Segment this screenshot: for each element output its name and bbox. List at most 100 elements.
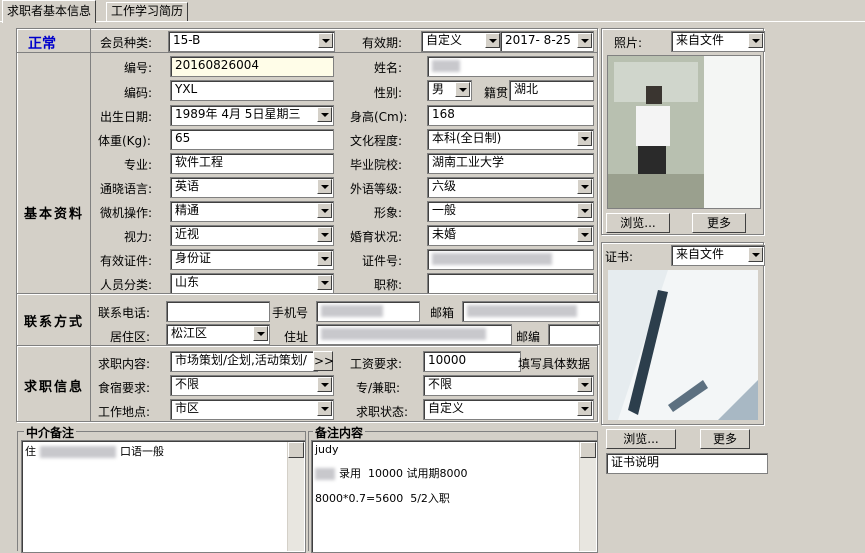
major-field[interactable]: 软件工程 [170,153,334,174]
id-type-select[interactable]: 身份证 [170,249,334,270]
remarks-title: 备注内容 [313,424,366,441]
school-label: 毕业院校: [350,158,403,172]
remarks-textarea[interactable]: judy 录用 10000 试用期8000 8000*0.7=5600 5/2入… [311,440,598,553]
language-level-label: 外语等级: [350,182,403,196]
chevron-down-icon[interactable] [317,179,332,194]
email-label: 邮箱 [430,306,455,320]
appearance-label: 形象: [374,206,403,220]
vision-select[interactable]: 近视 [170,225,334,246]
salary-field[interactable]: 10000 [423,351,521,372]
job-content-field[interactable]: 市场策划/企划,活动策划/ [170,351,318,372]
agency-notes-textarea[interactable]: 住口语一般 [21,440,306,553]
chevron-down-icon[interactable] [317,377,332,392]
name-field[interactable] [427,56,594,77]
member-type-select[interactable]: 15-B [168,31,335,52]
chevron-down-icon[interactable] [253,326,268,341]
board-label: 食宿要求: [98,381,151,395]
work-location-select[interactable]: 市区 [170,399,334,420]
tab-basic-info[interactable]: 求职者基本信息 [2,0,97,23]
photo-source-select[interactable]: 来自文件 [671,31,765,52]
chevron-down-icon[interactable] [577,377,592,392]
id-number-field[interactable] [427,249,594,270]
category-select[interactable]: 山东 [170,273,334,294]
chevron-down-icon[interactable] [748,33,763,48]
chevron-down-icon[interactable] [317,203,332,218]
mobile-field[interactable] [316,301,420,322]
job-content-label: 求职内容: [98,357,151,371]
certificate-browse-button[interactable]: 浏览... [606,429,676,449]
chevron-down-icon[interactable] [485,33,500,48]
validity-mode-select[interactable]: 自定义 [421,31,502,52]
tab-bar: 求职者基本信息 工作学习简历 [0,0,865,23]
email-field[interactable] [462,301,600,322]
scrollbar[interactable] [287,442,304,551]
chevron-down-icon[interactable] [455,82,470,97]
weight-field[interactable]: 65 [170,129,334,150]
chevron-down-icon[interactable] [317,251,332,266]
native-field[interactable]: 湖北 [509,80,594,101]
birth-date-picker[interactable]: 1989年 4月 5日星期三 [170,105,334,126]
title-field[interactable] [427,273,594,294]
photo-browse-button[interactable]: 浏览... [606,213,670,233]
certificate-source-select[interactable]: 来自文件 [671,245,765,266]
chevron-down-icon[interactable] [577,227,592,242]
district-select[interactable]: 松江区 [166,324,270,345]
category-label: 人员分类: [100,278,153,292]
marital-select[interactable]: 未婚 [427,225,594,246]
photo-image [607,55,761,209]
validity-date-picker[interactable]: 2017- 8-25 [500,31,594,52]
job-status-label: 求职状态: [356,405,409,419]
scroll-up-icon[interactable] [580,442,596,458]
chevron-down-icon[interactable] [317,227,332,242]
height-label: 身高(Cm): [350,110,408,124]
work-location-label: 工作地点: [98,405,151,419]
birth-label: 出生日期: [100,110,153,124]
salary-label: 工资要求: [350,357,403,371]
phone-label: 联系电话: [98,306,151,320]
fulltime-label: 专/兼职: [356,381,401,395]
tab-work-history[interactable]: 工作学习简历 [106,2,189,22]
language-level-select[interactable]: 六级 [427,177,594,198]
chevron-down-icon[interactable] [318,33,333,48]
chevron-down-icon[interactable] [317,107,332,122]
chevron-down-icon[interactable] [577,33,592,48]
education-select[interactable]: 本科(全日制) [427,129,594,150]
chevron-down-icon[interactable] [577,203,592,218]
board-select[interactable]: 不限 [170,375,334,396]
certificate-label: 证书: [605,250,634,264]
photo-more-button[interactable]: 更多 [692,213,746,233]
zip-field[interactable] [548,324,600,345]
job-content-more-button[interactable]: >> [313,351,334,371]
zip-label: 邮编 [516,330,541,344]
gender-label: 性别: [374,86,403,100]
computer-label: 微机操作: [100,206,153,220]
job-status-select[interactable]: 自定义 [423,399,594,420]
certificate-more-button[interactable]: 更多 [700,429,750,449]
appearance-select[interactable]: 一般 [427,201,594,222]
salary-hint: 填写具体数据 [518,357,591,371]
computer-select[interactable]: 精通 [170,201,334,222]
language-select[interactable]: 英语 [170,177,334,198]
height-field[interactable]: 168 [427,105,594,126]
section-basic-title: 基本资料 [24,207,85,222]
chevron-down-icon[interactable] [577,131,592,146]
chevron-down-icon[interactable] [317,401,332,416]
chevron-down-icon[interactable] [577,179,592,194]
id-field[interactable]: 20160826004 [170,56,334,77]
address-field[interactable] [316,324,512,345]
code-field[interactable]: YXL [170,80,334,101]
title-label: 职称: [374,278,403,292]
scroll-up-icon[interactable] [288,442,304,458]
code-label: 编码: [124,86,153,100]
chevron-down-icon[interactable] [577,401,592,416]
scrollbar[interactable] [579,442,596,551]
certificate-description-field[interactable]: 证书说明 [606,453,768,474]
phone-field[interactable] [166,301,270,322]
chevron-down-icon[interactable] [317,275,332,290]
photo-label: 照片: [614,36,643,50]
fulltime-select[interactable]: 不限 [423,375,594,396]
school-field[interactable]: 湖南工业大学 [427,153,594,174]
chevron-down-icon[interactable] [748,247,763,262]
gender-select[interactable]: 男 [427,80,472,101]
marital-label: 婚育状况: [350,230,403,244]
